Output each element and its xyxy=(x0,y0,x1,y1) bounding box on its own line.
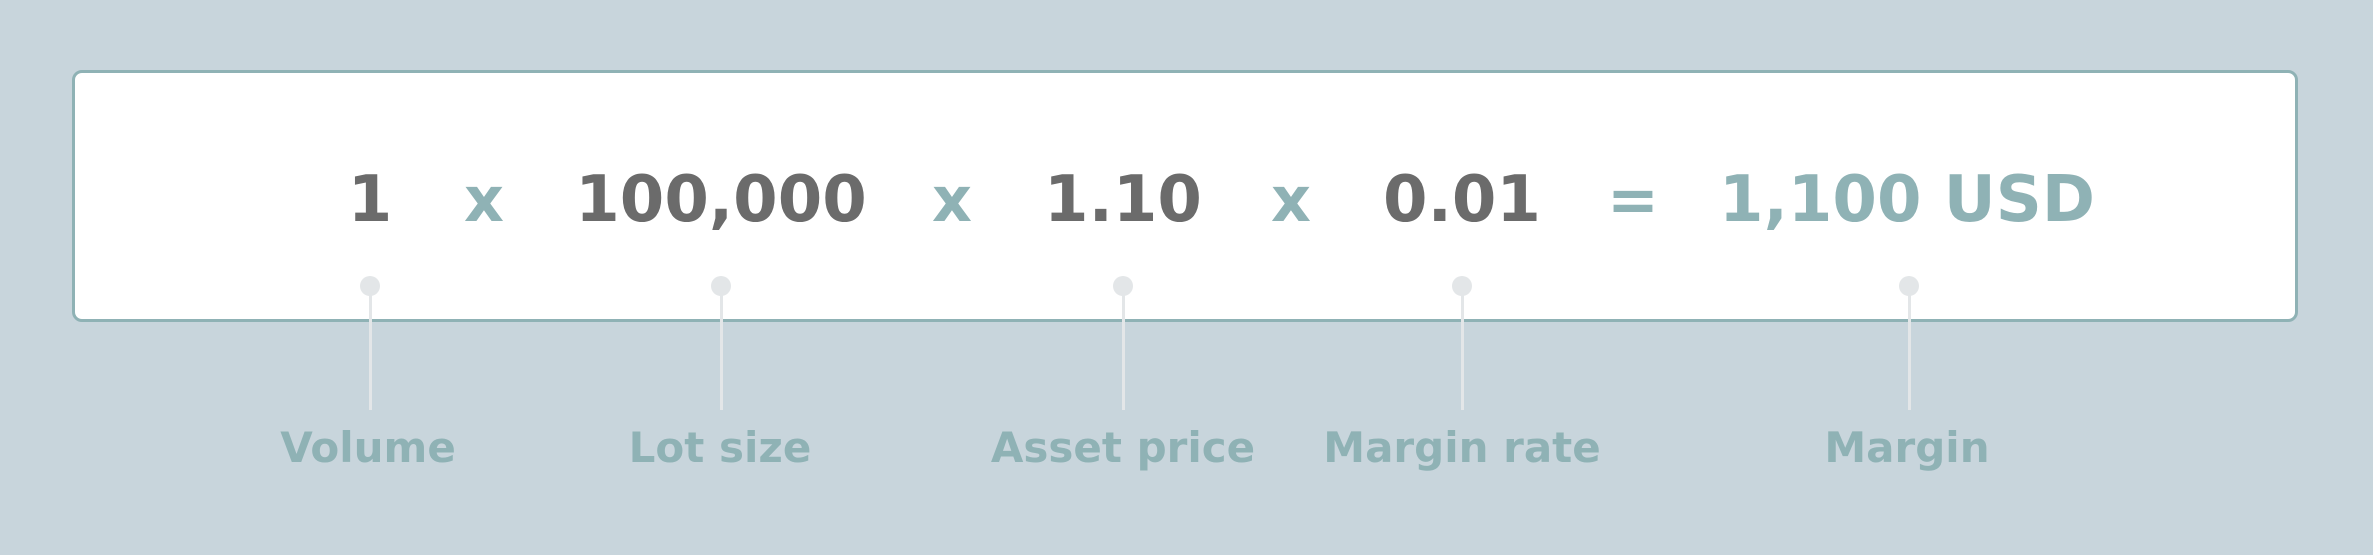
label-margin-rate: Margin rate xyxy=(1323,423,1601,472)
label-volume: Volume xyxy=(280,423,456,472)
term-asset-price-value: 1.10 xyxy=(1044,163,1202,237)
connector-line-lot-size xyxy=(719,290,723,410)
term-volume-value: 1 xyxy=(347,163,393,237)
operator-multiply-1: x xyxy=(464,163,504,236)
connector-line-margin-rate xyxy=(1460,290,1464,410)
connector-line-volume xyxy=(368,290,372,410)
label-margin: Margin xyxy=(1824,423,1990,472)
connector-line-margin xyxy=(1907,290,1911,410)
term-lot-size-value: 100,000 xyxy=(575,163,867,237)
label-asset-price: Asset price xyxy=(990,423,1256,472)
operator-multiply-3: x xyxy=(1271,163,1311,236)
term-margin-rate-value: 0.01 xyxy=(1383,163,1541,237)
result-margin-value: 1,100 USD xyxy=(1719,163,2095,237)
connector-line-asset-price xyxy=(1121,290,1125,410)
label-lot-size: Lot size xyxy=(628,423,812,472)
operator-equals: = xyxy=(1607,163,1659,236)
operator-multiply-2: x xyxy=(932,163,972,236)
